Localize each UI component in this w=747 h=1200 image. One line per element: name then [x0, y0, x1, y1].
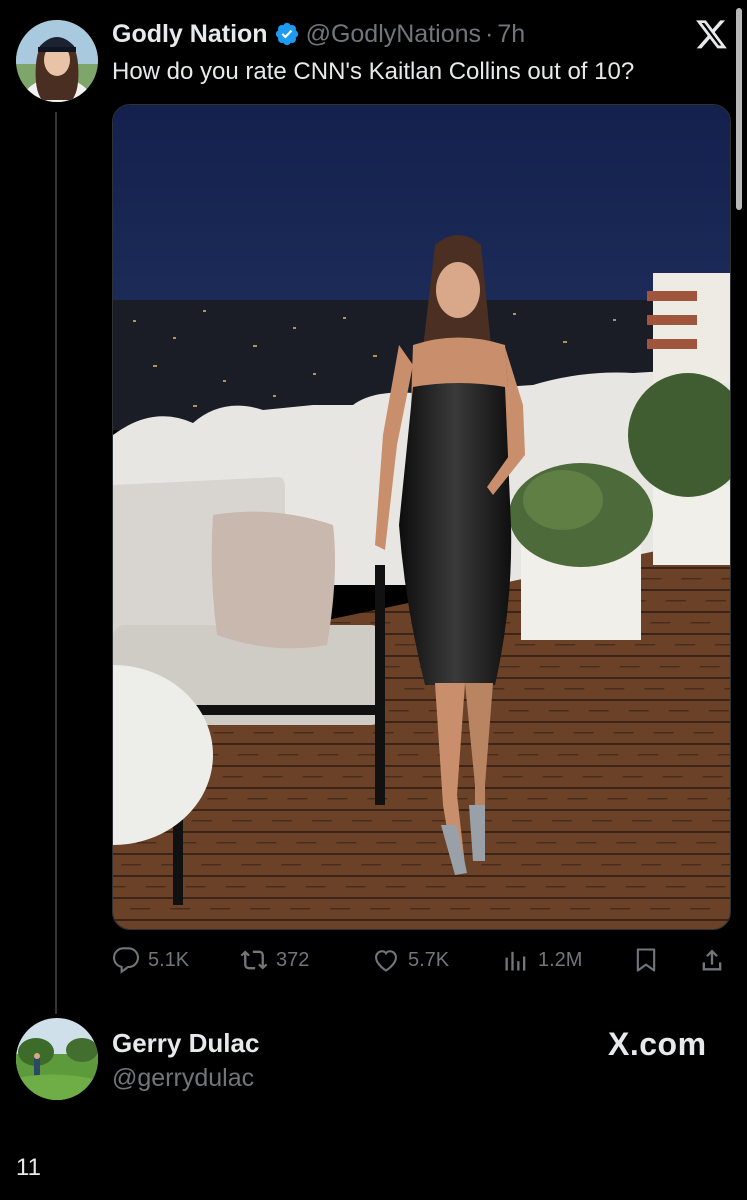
- share-icon: [702, 949, 722, 971]
- page-number: 11: [16, 1154, 41, 1181]
- reply-author-avatar[interactable]: [16, 1018, 98, 1100]
- reply-author-name[interactable]: Gerry Dulac: [112, 1028, 259, 1059]
- reply-button[interactable]: 5.1K: [112, 940, 189, 980]
- action-bar: 5.1K 372 5.7K 1.2M: [112, 940, 731, 980]
- bookmark-button[interactable]: [632, 940, 668, 980]
- tweet-photo[interactable]: [112, 104, 731, 930]
- views-count: 1.2M: [538, 948, 583, 971]
- tweet-text: How do you rate CNN's Kaitlan Collins ou…: [112, 58, 635, 85]
- reply-icon: [112, 947, 140, 974]
- repost-button[interactable]: 372: [240, 940, 309, 980]
- like-button[interactable]: 5.7K: [372, 940, 449, 980]
- heart-icon: [375, 950, 397, 972]
- bookmark-icon: [636, 948, 656, 972]
- tweet-timestamp[interactable]: 7h: [497, 20, 525, 49]
- scrollbar[interactable]: [736, 8, 742, 210]
- x-dot-com-label: X.com: [608, 1026, 707, 1062]
- author-handle[interactable]: @GodlyNations: [306, 20, 481, 49]
- thread-line: [55, 112, 57, 1014]
- reply-count: 5.1K: [148, 948, 190, 971]
- views-button[interactable]: 1.2M: [502, 940, 582, 980]
- author-avatar[interactable]: [16, 20, 98, 102]
- share-button[interactable]: [698, 940, 734, 980]
- repost-count: 372: [276, 948, 310, 971]
- repost-icon: [240, 950, 268, 970]
- views-chart-icon: [505, 951, 526, 971]
- tweet-header: Godly Nation @GodlyNations · 7h: [112, 18, 525, 50]
- like-count: 5.7K: [408, 948, 450, 971]
- separator-dot: ·: [485, 19, 494, 48]
- author-name[interactable]: Godly Nation: [112, 20, 268, 49]
- verified-badge-icon: [274, 21, 300, 47]
- x-logo-icon[interactable]: [696, 20, 728, 50]
- reply-author-handle[interactable]: @gerrydulac: [112, 1064, 254, 1093]
